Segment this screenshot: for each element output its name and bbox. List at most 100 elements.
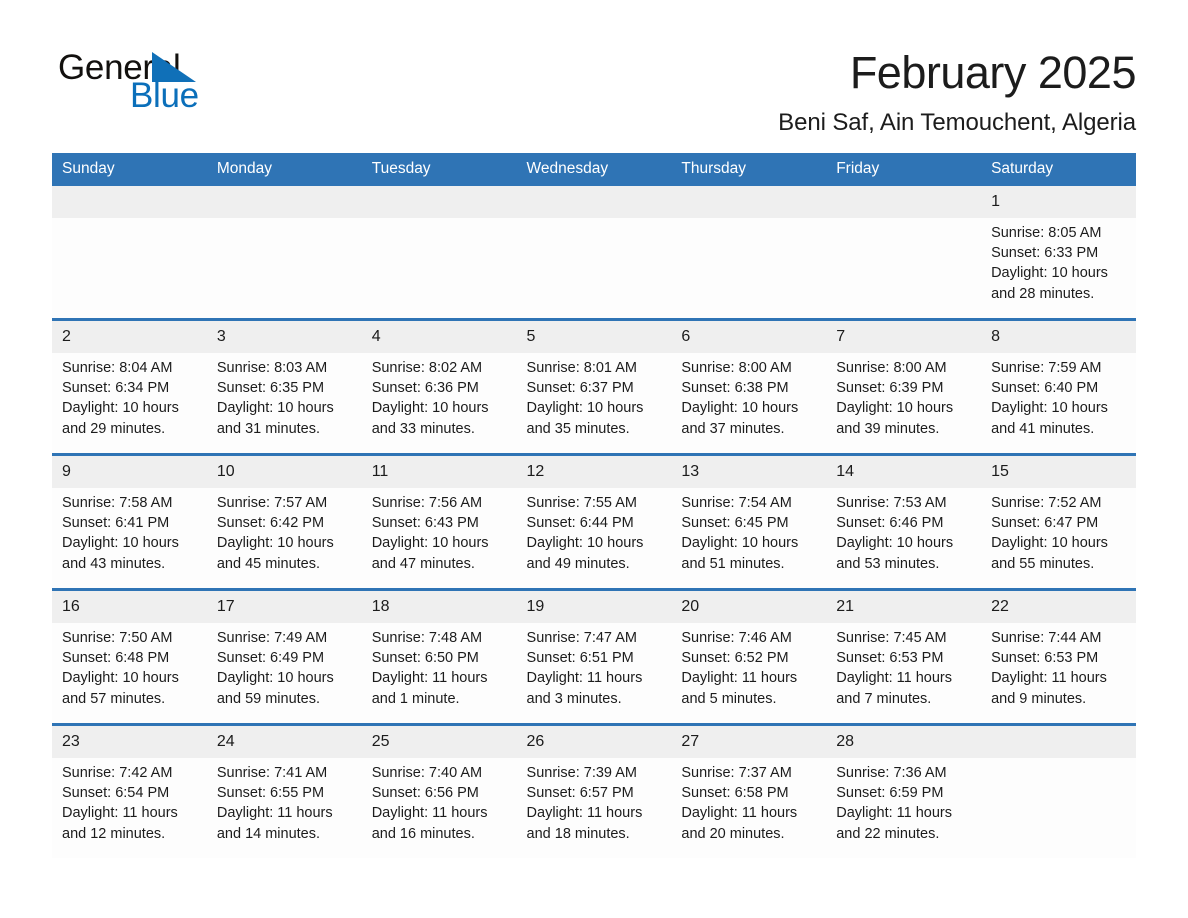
calendar-day-cell[interactable]: 18 Sunrise: 7:48 AM Sunset: 6:50 PM Dayligh… <box>361 588 517 725</box>
day-box: 28 Sunrise: 7:36 AM Sunset: 6:59 PM Dayligh… <box>826 726 982 858</box>
calendar-day-cell[interactable]: 21 Sunrise: 7:45 AM Sunset: 6:53 PM Dayligh… <box>826 588 982 725</box>
calendar-day-cell[interactable]: 3 Sunrise: 8:03 AM Sunset: 6:35 PM Daylight… <box>206 318 362 455</box>
day-box: 7 Sunrise: 8:00 AM Sunset: 6:39 PM Daylight… <box>826 321 982 453</box>
daylight-text: Daylight: 10 hours and 31 minutes. <box>216 400 334 437</box>
sunset-text: Sunset: 6:41 PM <box>62 515 170 532</box>
sunset-text: Sunset: 6:52 PM <box>681 650 789 667</box>
day-box: 1 Sunrise: 8:05 AM Sunset: 6:33 PM Daylight… <box>981 186 1136 318</box>
sunset-text: Sunset: 6:54 PM <box>62 785 170 802</box>
daylight-text: Daylight: 10 hours and 57 minutes. <box>62 670 179 707</box>
day-box: 9 Sunrise: 7:58 AM Sunset: 6:41 PM Daylight… <box>52 456 207 588</box>
sunrise-text: Sunrise: 7:53 AM <box>836 495 947 511</box>
calendar-week-row: 2 Sunrise: 8:04 AM Sunset: 6:34 PM Daylight… <box>52 318 1136 455</box>
calendar-day-cell[interactable]: 19 Sunrise: 7:47 AM Sunset: 6:51 PM Dayligh… <box>516 588 672 725</box>
calendar-day-cell[interactable]: 16 Sunrise: 7:50 AM Sunset: 6:48 PM Dayligh… <box>52 588 207 725</box>
day-details: Sunrise: 7:42 AM Sunset: 6:54 PM Daylight:… <box>52 758 207 844</box>
day-box: 23 Sunrise: 7:42 AM Sunset: 6:54 PM Dayligh… <box>52 726 207 858</box>
calendar-day-cell[interactable]: 11 Sunrise: 7:56 AM Sunset: 6:43 PM Dayligh… <box>361 453 517 590</box>
sunset-text: Sunset: 6:59 PM <box>836 785 944 802</box>
day-number: 10 <box>206 456 362 488</box>
day-details: Sunrise: 7:40 AM Sunset: 6:56 PM Daylight:… <box>362 758 517 844</box>
day-box: 25 Sunrise: 7:40 AM Sunset: 6:56 PM Dayligh… <box>361 726 517 858</box>
day-number <box>52 186 207 218</box>
daylight-text: Daylight: 10 hours and 55 minutes. <box>991 535 1108 572</box>
day-number: 6 <box>671 321 827 353</box>
sunrise-text: Sunrise: 7:47 AM <box>526 630 637 646</box>
day-box: 4 Sunrise: 8:02 AM Sunset: 6:36 PM Daylight… <box>361 321 517 453</box>
calendar-day-cell[interactable]: 1 Sunrise: 8:05 AM Sunset: 6:33 PM Daylight… <box>981 186 1136 320</box>
day-details: Sunrise: 7:47 AM Sunset: 6:51 PM Daylight:… <box>517 623 672 709</box>
calendar-day-cell[interactable]: 26 Sunrise: 7:39 AM Sunset: 6:57 PM Dayligh… <box>516 723 672 858</box>
brand-logo[interactable]: General Blue <box>52 44 282 116</box>
calendar-day-cell[interactable]: 7 Sunrise: 8:00 AM Sunset: 6:39 PM Daylight… <box>826 318 982 455</box>
calendar-day-cell[interactable]: 10 Sunrise: 7:57 AM Sunset: 6:42 PM Dayligh… <box>206 453 362 590</box>
sunrise-text: Sunrise: 8:01 AM <box>526 360 637 376</box>
calendar-day-cell[interactable]: 15 Sunrise: 7:52 AM Sunset: 6:47 PM Dayligh… <box>981 453 1136 590</box>
calendar-day-cell[interactable]: 2 Sunrise: 8:04 AM Sunset: 6:34 PM Daylight… <box>52 318 207 455</box>
sunrise-text: Sunrise: 7:56 AM <box>371 495 483 511</box>
calendar-day-cell[interactable]: 25 Sunrise: 7:40 AM Sunset: 6:56 PM Dayligh… <box>361 723 517 858</box>
calendar-day-cell[interactable]: 20 Sunrise: 7:46 AM Sunset: 6:52 PM Dayligh… <box>671 588 827 725</box>
day-number <box>671 186 827 218</box>
daylight-text: Daylight: 11 hours and 18 minutes. <box>526 805 643 842</box>
sunrise-text: Sunrise: 7:50 AM <box>62 630 173 646</box>
calendar-day-cell-empty <box>206 186 362 320</box>
day-box: 10 Sunrise: 7:57 AM Sunset: 6:42 PM Dayligh… <box>206 456 362 588</box>
sunset-text: Sunset: 6:50 PM <box>371 650 479 667</box>
day-number: 4 <box>361 321 517 353</box>
day-box: 12 Sunrise: 7:55 AM Sunset: 6:44 PM Dayligh… <box>516 456 672 588</box>
day-number: 17 <box>206 591 362 623</box>
day-number: 3 <box>206 321 362 353</box>
daylight-text: Daylight: 11 hours and 12 minutes. <box>62 805 178 842</box>
page-title: February 2025 <box>849 47 1137 98</box>
day-number: 23 <box>52 726 207 758</box>
day-box <box>361 186 517 318</box>
calendar-day-cell[interactable]: 12 Sunrise: 7:55 AM Sunset: 6:44 PM Dayligh… <box>516 453 672 590</box>
calendar-day-cell[interactable]: 6 Sunrise: 8:00 AM Sunset: 6:38 PM Daylight… <box>671 318 827 455</box>
calendar-day-cell[interactable]: 27 Sunrise: 7:37 AM Sunset: 6:58 PM Dayligh… <box>671 723 827 858</box>
weekday-header-friday: Friday <box>826 153 982 186</box>
weekday-header-saturday: Saturday <box>981 153 1136 186</box>
sunrise-text: Sunrise: 7:40 AM <box>371 765 483 781</box>
day-details: Sunrise: 7:58 AM Sunset: 6:41 PM Daylight:… <box>52 488 207 574</box>
calendar-day-cell-empty <box>52 186 207 320</box>
daylight-text: Daylight: 11 hours and 22 minutes. <box>836 805 953 842</box>
calendar-day-cell-empty <box>671 186 827 320</box>
sunrise-text: Sunrise: 7:42 AM <box>62 765 173 781</box>
daylight-text: Daylight: 11 hours and 16 minutes. <box>371 805 488 842</box>
day-number: 22 <box>981 591 1136 623</box>
calendar-day-cell[interactable]: 14 Sunrise: 7:53 AM Sunset: 6:46 PM Dayligh… <box>826 453 982 590</box>
calendar-day-cell[interactable]: 9 Sunrise: 7:58 AM Sunset: 6:41 PM Daylight… <box>52 453 207 590</box>
sunrise-text: Sunrise: 7:59 AM <box>991 360 1102 376</box>
calendar-day-cell[interactable]: 22 Sunrise: 7:44 AM Sunset: 6:53 PM Dayligh… <box>981 588 1136 725</box>
calendar-day-cell[interactable]: 24 Sunrise: 7:41 AM Sunset: 6:55 PM Dayligh… <box>206 723 362 858</box>
day-box: 2 Sunrise: 8:04 AM Sunset: 6:34 PM Daylight… <box>52 321 207 453</box>
calendar-day-cell[interactable]: 28 Sunrise: 7:36 AM Sunset: 6:59 PM Dayligh… <box>826 723 982 858</box>
calendar-day-cell[interactable]: 8 Sunrise: 7:59 AM Sunset: 6:40 PM Daylight… <box>981 318 1136 455</box>
calendar-day-cell[interactable]: 4 Sunrise: 8:02 AM Sunset: 6:36 PM Daylight… <box>361 318 517 455</box>
sunrise-text: Sunrise: 8:05 AM <box>991 225 1102 241</box>
sunrise-text: Sunrise: 8:00 AM <box>681 360 792 376</box>
sunset-text: Sunset: 6:48 PM <box>62 650 170 667</box>
calendar-day-cell[interactable]: 23 Sunrise: 7:42 AM Sunset: 6:54 PM Dayligh… <box>52 723 207 858</box>
calendar-day-cell[interactable]: 5 Sunrise: 8:01 AM Sunset: 6:37 PM Daylight… <box>516 318 672 455</box>
day-number: 21 <box>826 591 982 623</box>
day-number: 27 <box>671 726 827 758</box>
sunset-text: Sunset: 6:46 PM <box>836 515 944 532</box>
day-number: 7 <box>826 321 982 353</box>
daylight-text: Daylight: 10 hours and 33 minutes. <box>371 400 489 437</box>
calendar-table: Sunday Monday Tuesday Wednesday Thursday… <box>52 153 1136 858</box>
page-header: General Blue February 2025 Beni Saf, Ain… <box>52 0 1137 140</box>
calendar-day-cell[interactable]: 17 Sunrise: 7:49 AM Sunset: 6:49 PM Dayligh… <box>206 588 362 725</box>
weekday-header-sunday: Sunday <box>52 153 207 186</box>
day-details: Sunrise: 7:49 AM Sunset: 6:49 PM Daylight:… <box>207 623 362 709</box>
day-box: 6 Sunrise: 8:00 AM Sunset: 6:38 PM Daylight… <box>671 321 827 453</box>
sunrise-text: Sunrise: 7:37 AM <box>681 765 792 781</box>
day-box: 21 Sunrise: 7:45 AM Sunset: 6:53 PM Dayligh… <box>826 591 982 723</box>
sunset-text: Sunset: 6:58 PM <box>681 785 789 802</box>
daylight-text: Daylight: 11 hours and 9 minutes. <box>991 670 1107 707</box>
sunset-text: Sunset: 6:49 PM <box>216 650 325 667</box>
calendar-day-cell[interactable]: 13 Sunrise: 7:54 AM Sunset: 6:45 PM Dayligh… <box>671 453 827 590</box>
sunset-text: Sunset: 6:42 PM <box>216 515 325 532</box>
day-details: Sunrise: 7:59 AM Sunset: 6:40 PM Daylight:… <box>981 353 1136 439</box>
